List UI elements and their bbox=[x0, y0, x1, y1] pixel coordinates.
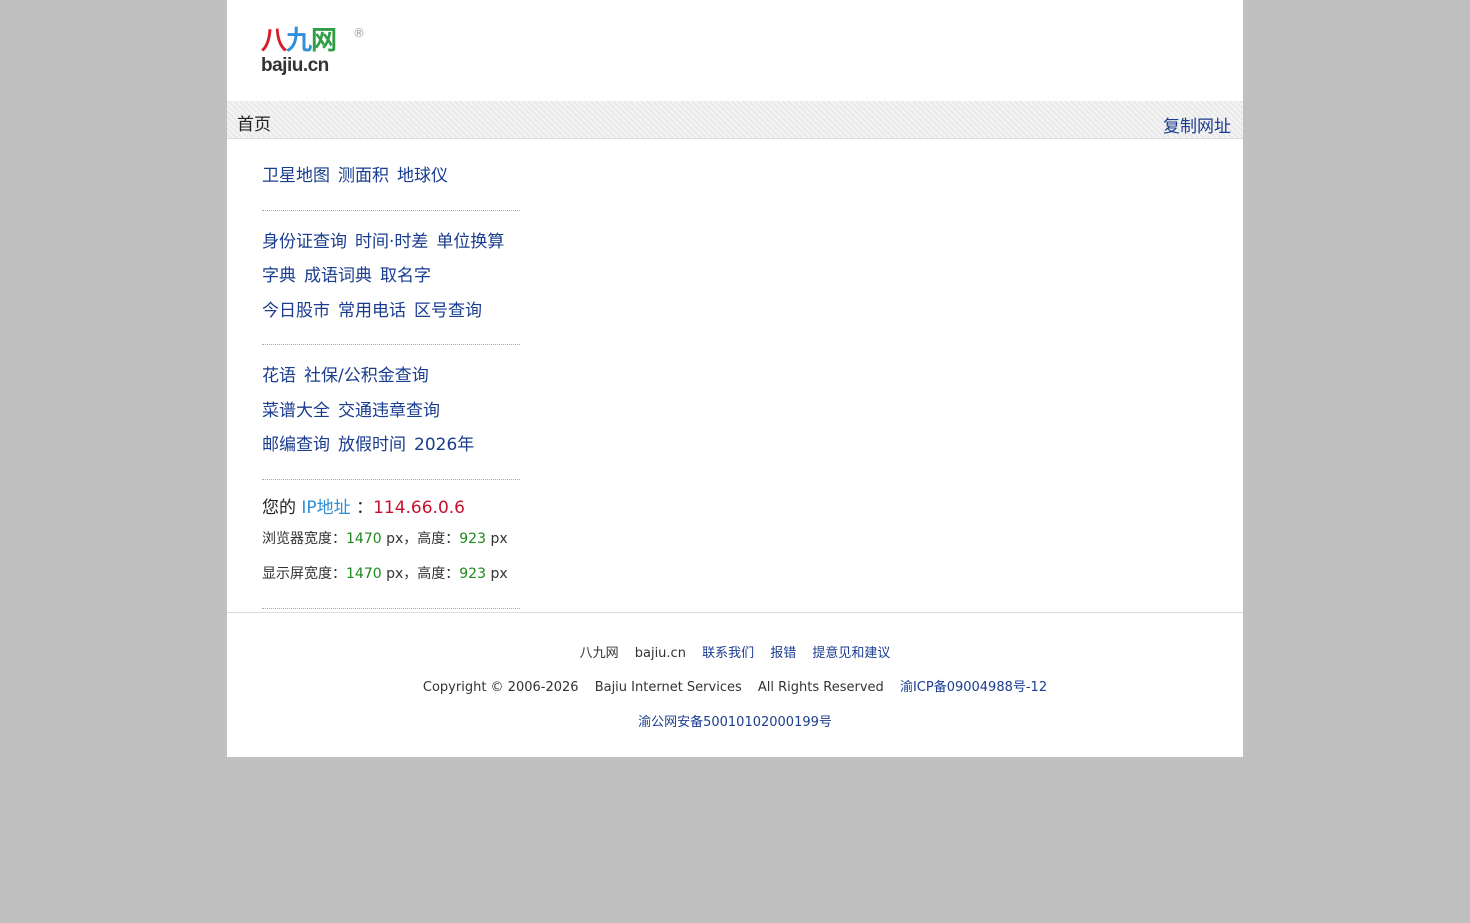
nav-home-link[interactable]: 首页 bbox=[237, 110, 271, 135]
link-common-phones[interactable]: 常用电话 bbox=[338, 301, 406, 321]
link-group-map: 卫星地图 测面积 地球仪 bbox=[262, 139, 520, 211]
footer-copyright-row: Copyright © 2006-2026 Bajiu Internet Ser… bbox=[227, 676, 1243, 695]
link-holidays[interactable]: 放假时间 bbox=[338, 435, 406, 455]
link-postcode[interactable]: 邮编查询 bbox=[262, 435, 330, 455]
link-traffic-violation[interactable]: 交通违章查询 bbox=[338, 401, 440, 421]
link-globe[interactable]: 地球仪 bbox=[397, 166, 448, 186]
link-stock-market[interactable]: 今日股市 bbox=[262, 301, 330, 321]
screen-height: 923 bbox=[459, 565, 486, 582]
copyright-text: Copyright © 2006-2026 bbox=[422, 680, 579, 695]
link-flower-language[interactable]: 花语 bbox=[262, 366, 296, 386]
browser-size-label: 浏览器宽度： bbox=[262, 530, 346, 547]
company-name: Bajiu Internet Services bbox=[594, 680, 742, 695]
police-record-link[interactable]: 渝公网安备50010102000199号 bbox=[638, 715, 832, 730]
logo-char-3: 网 bbox=[311, 26, 337, 56]
link-row: 字典 成语词典 取名字 bbox=[262, 259, 520, 294]
browser-size-line: 浏览器宽度：1470 px，高度：923 px bbox=[262, 522, 520, 557]
link-dictionary[interactable]: 字典 bbox=[262, 266, 296, 286]
screen-size-line: 显示屏宽度：1470 px，高度：923 px bbox=[262, 557, 520, 592]
feedback-link[interactable]: 提意见和建议 bbox=[812, 646, 890, 661]
footer-links-row: 八九网 bajiu.cn 联系我们 报错 提意见和建议 bbox=[227, 642, 1243, 661]
link-group-life: 花语 社保/公积金查询 菜谱大全 交通违章查询 邮编查询 放假时间 2026年 bbox=[262, 345, 520, 480]
link-area-code[interactable]: 区号查询 bbox=[414, 301, 482, 321]
info-group: 您的 IP地址 ：114.66.0.6 浏览器宽度：1470 px，高度：923… bbox=[262, 480, 520, 609]
site-logo[interactable]: 八九网 ® bajiu.cn bbox=[261, 26, 366, 78]
screen-size-label: 显示屏宽度： bbox=[262, 565, 346, 582]
link-row: 身份证查询 时间·时差 单位换算 bbox=[262, 225, 520, 260]
ip-value: 114.66.0.6 bbox=[373, 497, 466, 518]
screen-size-unit: px bbox=[490, 565, 508, 582]
ip-prefix: 您的 bbox=[262, 497, 296, 518]
rights-text: All Rights Reserved bbox=[757, 680, 884, 695]
link-id-query[interactable]: 身份证查询 bbox=[262, 232, 347, 252]
browser-height: 923 bbox=[459, 530, 486, 547]
ip-line: 您的 IP地址 ：114.66.0.6 bbox=[262, 494, 520, 522]
link-measure-area[interactable]: 测面积 bbox=[338, 166, 389, 186]
link-row: 今日股市 常用电话 区号查询 bbox=[262, 294, 520, 329]
logo-char-1: 八 bbox=[261, 26, 287, 56]
link-unit-convert[interactable]: 单位换算 bbox=[436, 232, 504, 252]
report-error-link[interactable]: 报错 bbox=[770, 646, 796, 661]
link-social-security[interactable]: 社保/公积金查询 bbox=[304, 366, 429, 386]
logo-mark: 八九网 bbox=[261, 26, 337, 56]
nav-bar: 首页 复制网址 bbox=[227, 101, 1243, 139]
ip-address-link[interactable]: IP地址 bbox=[301, 498, 350, 518]
browser-width: 1470 bbox=[346, 530, 382, 547]
registered-mark: ® bbox=[353, 26, 365, 40]
footer: 八九网 bajiu.cn 联系我们 报错 提意见和建议 Copyright © … bbox=[227, 612, 1243, 758]
ip-colon: ： bbox=[356, 497, 374, 518]
link-time-zone[interactable]: 时间·时差 bbox=[355, 232, 428, 252]
link-row: 花语 社保/公积金查询 bbox=[262, 359, 520, 394]
screen-size-mid: px，高度： bbox=[386, 565, 460, 582]
link-idiom-dict[interactable]: 成语词典 bbox=[304, 266, 372, 286]
contact-us-link[interactable]: 联系我们 bbox=[702, 646, 754, 661]
browser-size-unit: px bbox=[490, 530, 508, 547]
link-year-2026[interactable]: 2026年 bbox=[414, 435, 474, 455]
footer-site-domain: bajiu.cn bbox=[634, 646, 686, 661]
screen-width: 1470 bbox=[346, 565, 382, 582]
link-naming[interactable]: 取名字 bbox=[380, 266, 431, 286]
footer-site-name: 八九网 bbox=[579, 646, 619, 661]
link-row: 卫星地图 测面积 地球仪 bbox=[262, 159, 520, 194]
header: 八九网 ® bajiu.cn bbox=[227, 0, 1243, 100]
logo-char-2: 九 bbox=[286, 26, 312, 56]
icp-link[interactable]: 渝ICP备09004988号-12 bbox=[900, 680, 1047, 695]
link-satellite-map[interactable]: 卫星地图 bbox=[262, 166, 330, 186]
copy-url-link[interactable]: 复制网址 bbox=[1163, 112, 1231, 137]
page-container: 八九网 ® bajiu.cn 首页 复制网址 卫星地图 测面积 地球仪 身份证查询时… bbox=[227, 0, 1243, 757]
main-content: 卫星地图 测面积 地球仪 身份证查询 时间·时差 单位换算 字典 成语词典 取名字 今日股市… bbox=[262, 139, 520, 609]
browser-size-mid: px，高度： bbox=[386, 530, 460, 547]
link-row: 邮编查询 放假时间 2026年 bbox=[262, 428, 520, 463]
logo-domain: bajiu.cn bbox=[261, 55, 329, 76]
link-row: 菜谱大全 交通违章查询 bbox=[262, 394, 520, 429]
link-recipes[interactable]: 菜谱大全 bbox=[262, 401, 330, 421]
footer-police-row: 渝公网安备50010102000199号 bbox=[227, 711, 1243, 730]
link-group-tools: 身份证查询 时间·时差 单位换算 字典 成语词典 取名字 今日股市 常用电话 区号查询 bbox=[262, 211, 520, 345]
